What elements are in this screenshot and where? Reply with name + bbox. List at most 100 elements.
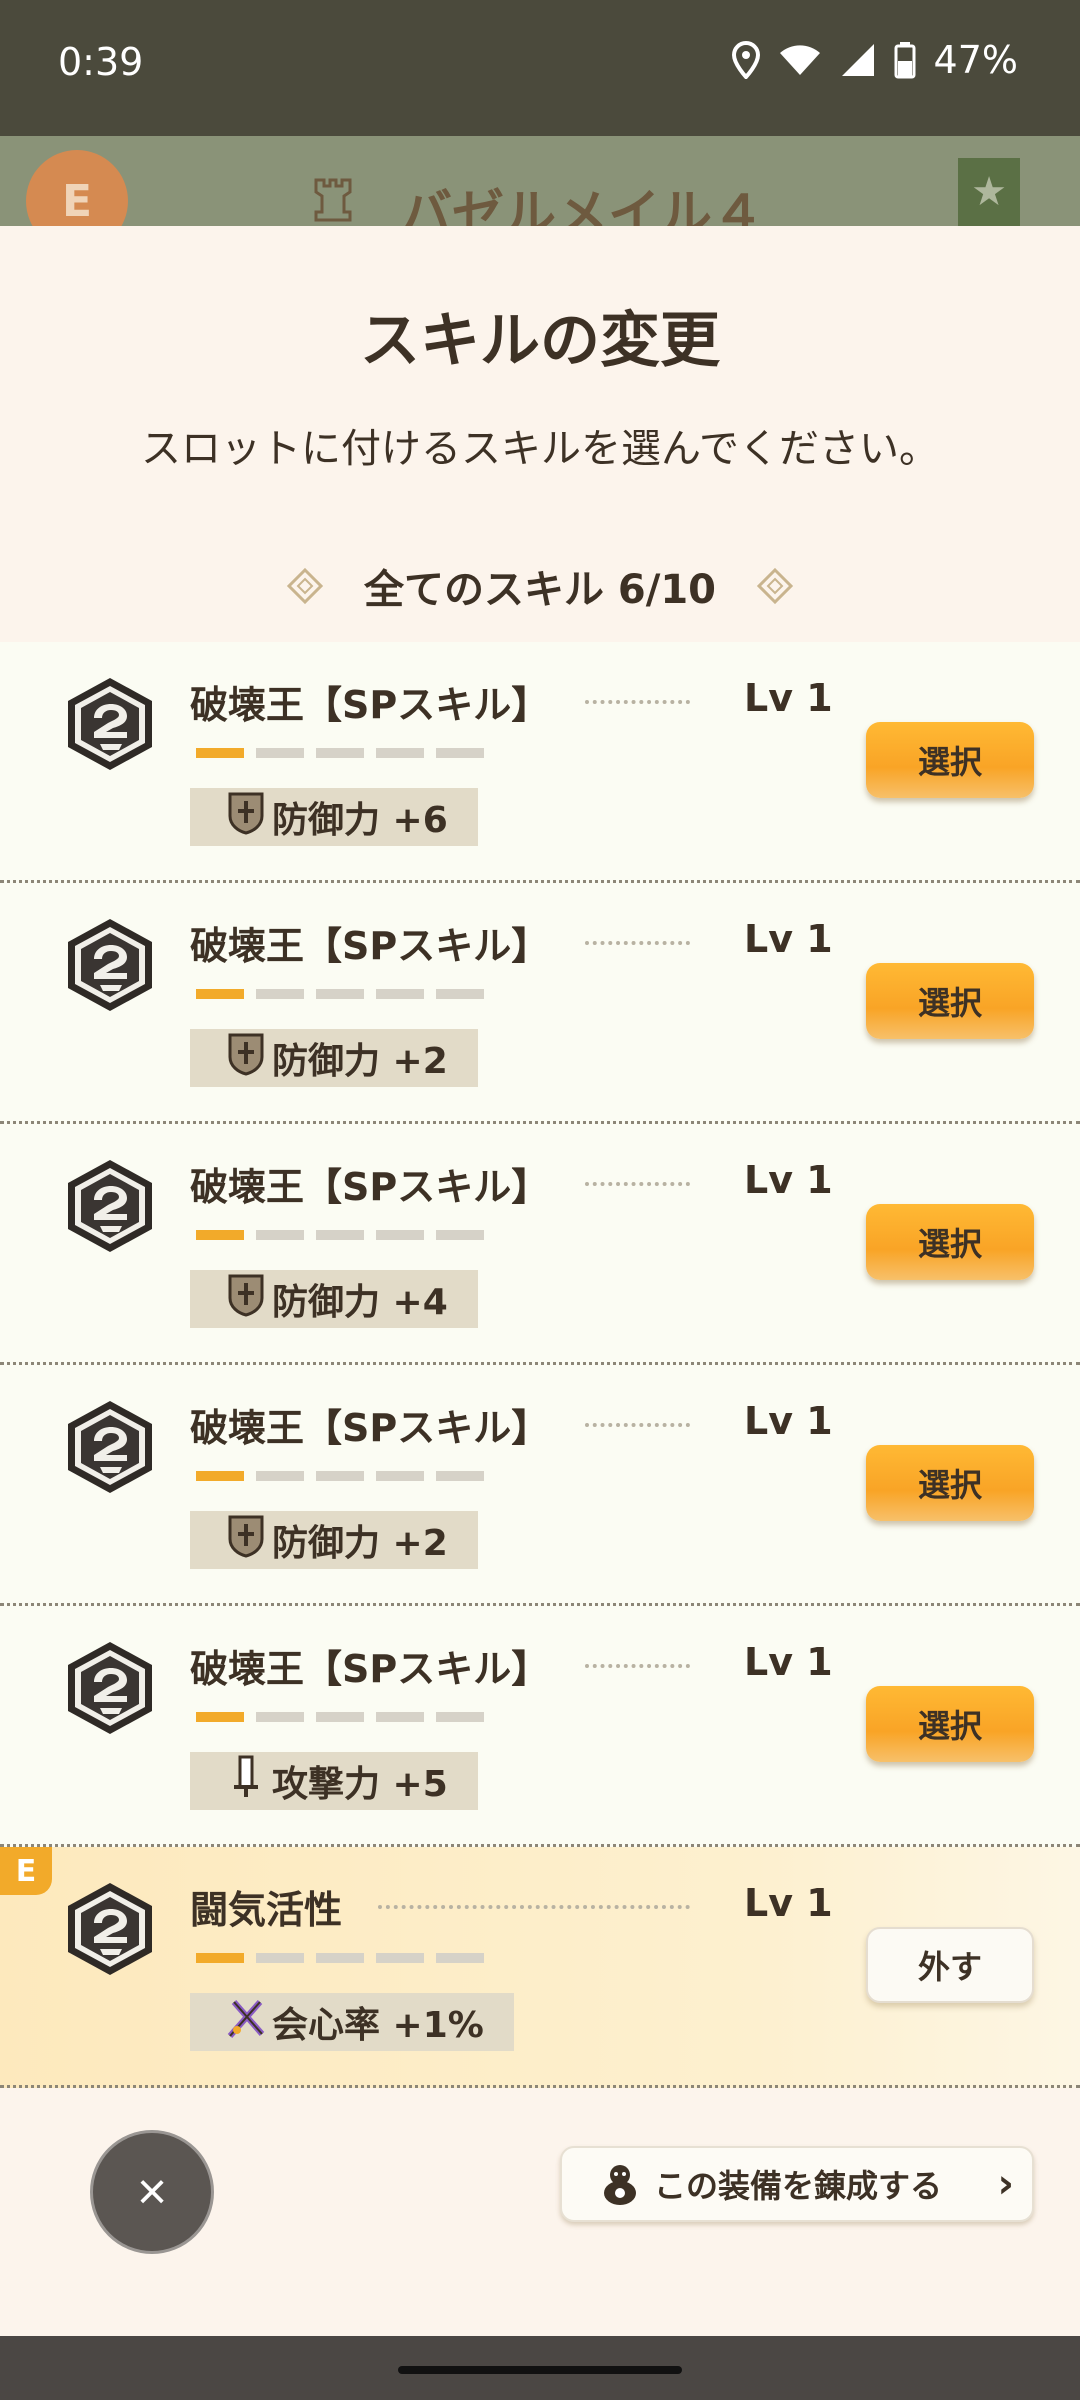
skill-name: 破壊王【SPスキル】 <box>190 1647 550 1691</box>
leader-dots <box>585 700 690 704</box>
chevron-right-icon: › <box>997 2161 1014 2207</box>
stat-bonus-text: 防御力 +2 <box>272 1041 448 1082</box>
sword-icon <box>226 1755 266 1808</box>
stat-bonus-text: 防御力 +4 <box>272 1282 448 1323</box>
section-label: 全てのスキル 6/10 <box>363 567 717 613</box>
level-pip <box>316 1230 364 1240</box>
close-button[interactable]: × <box>90 2130 214 2254</box>
battery-icon <box>894 41 916 79</box>
shield-icon <box>226 1514 266 1567</box>
stat-bonus-text: 攻撃力 +5 <box>272 1764 448 1805</box>
shield-icon <box>226 1273 266 1326</box>
skill-name: 破壊王【SPスキル】 <box>190 1165 550 1209</box>
level-pip <box>316 748 364 758</box>
diamond-right-icon <box>756 567 794 605</box>
level-pip <box>256 1712 304 1722</box>
leader-dots <box>585 941 690 945</box>
skill-row: 破壊王【SPスキル】 Lv 1 防御力 +2 選択 <box>0 883 1080 1124</box>
skill-level: Lv 1 <box>744 1399 833 1443</box>
level-pip <box>256 989 304 999</box>
stat-bonus: 防御力 +2 <box>190 1511 478 1569</box>
skill-emblem-icon <box>60 674 160 774</box>
select-button[interactable]: 選択 <box>866 1686 1034 1762</box>
stat-bonus: 防御力 +2 <box>190 1029 478 1087</box>
level-gauge <box>196 1712 484 1722</box>
level-pip <box>376 1230 424 1240</box>
wifi-icon <box>778 43 822 77</box>
level-pip <box>436 1953 484 1963</box>
level-gauge <box>196 1230 484 1240</box>
section-header: 全てのスキル 6/10 <box>0 556 1080 616</box>
level-pip <box>256 748 304 758</box>
stat-bonus: 攻撃力 +5 <box>190 1752 478 1810</box>
skill-level: Lv 1 <box>744 1158 833 1202</box>
navigation-bar <box>0 2336 1080 2400</box>
skill-name: 闘気活性 <box>190 1888 343 1932</box>
stat-bonus: 会心率 +1% <box>190 1993 514 2051</box>
select-button[interactable]: 選択 <box>866 963 1034 1039</box>
level-pip <box>196 989 244 999</box>
skill-emblem-icon <box>60 1397 160 1497</box>
leader-dots <box>378 1905 690 1909</box>
refine-label: この装備を錬成する <box>654 2167 943 2205</box>
stat-bonus: 防御力 +6 <box>190 788 478 846</box>
refine-equipment-button[interactable]: この装備を錬成する › <box>560 2146 1034 2222</box>
level-pip <box>196 1953 244 1963</box>
equipment-name: バゼルメイル４ <box>400 185 765 226</box>
status-bar: 0:39 47% <box>0 0 1080 136</box>
select-button[interactable]: 選択 <box>866 722 1034 798</box>
background-header: E バゼルメイル４ ★ <box>0 136 1080 226</box>
select-button[interactable]: 選択 <box>866 1204 1034 1280</box>
status-icons: 47% <box>731 38 1018 82</box>
skill-row: 破壊王【SPスキル】 Lv 1 防御力 +6 選択 <box>0 642 1080 883</box>
level-gauge <box>196 1471 484 1481</box>
leader-dots <box>585 1664 690 1668</box>
status-time: 0:39 <box>58 40 144 84</box>
level-pip <box>436 1230 484 1240</box>
level-gauge <box>196 989 484 999</box>
level-pip <box>316 1953 364 1963</box>
armor-type-icon <box>314 178 352 222</box>
skill-level: Lv 1 <box>744 917 833 961</box>
rank-badge: E <box>26 150 128 226</box>
skill-emblem-icon <box>60 1879 160 1979</box>
shield-icon <box>226 791 266 844</box>
level-pip <box>256 1230 304 1240</box>
leader-dots <box>585 1182 690 1186</box>
stat-bonus: 防御力 +4 <box>190 1270 478 1328</box>
skill-emblem-icon <box>60 1156 160 1256</box>
level-pip <box>436 748 484 758</box>
leader-dots <box>585 1423 690 1427</box>
favorite-star-icon[interactable]: ★ <box>958 158 1020 226</box>
level-pip <box>196 1712 244 1722</box>
critical-icon <box>226 1996 266 2049</box>
level-pip <box>376 1953 424 1963</box>
skill-name: 破壊王【SPスキル】 <box>190 1406 550 1450</box>
level-pip <box>376 748 424 758</box>
level-pip <box>196 1230 244 1240</box>
battery-percent: 47% <box>933 38 1018 82</box>
level-pip <box>376 989 424 999</box>
skill-name: 破壊王【SPスキル】 <box>190 924 550 968</box>
level-gauge <box>196 748 484 758</box>
home-gesture-handle[interactable] <box>398 2366 682 2374</box>
level-pip <box>256 1471 304 1481</box>
skill-level: Lv 1 <box>744 1881 833 1925</box>
level-pip <box>436 1712 484 1722</box>
skill-row: E 闘気活性 Lv 1 会心率 +1% 外す <box>0 1847 1080 2088</box>
skill-level: Lv 1 <box>744 676 833 720</box>
skill-level: Lv 1 <box>744 1640 833 1684</box>
skill-row: 破壊王【SPスキル】 Lv 1 防御力 +2 選択 <box>0 1365 1080 1606</box>
skill-change-sheet: スキルの変更 スロットに付けるスキルを選んでください。 全てのスキル 6/10 … <box>0 226 1080 2336</box>
level-pip <box>316 1471 364 1481</box>
level-pip <box>376 1712 424 1722</box>
level-pip <box>436 989 484 999</box>
smith-icon <box>604 2165 636 2205</box>
level-pip <box>256 1953 304 1963</box>
remove-button[interactable]: 外す <box>866 1927 1034 2003</box>
select-button[interactable]: 選択 <box>866 1445 1034 1521</box>
shield-icon <box>226 1032 266 1085</box>
skill-emblem-icon <box>60 915 160 1015</box>
level-pip <box>196 1471 244 1481</box>
location-icon <box>731 41 760 79</box>
